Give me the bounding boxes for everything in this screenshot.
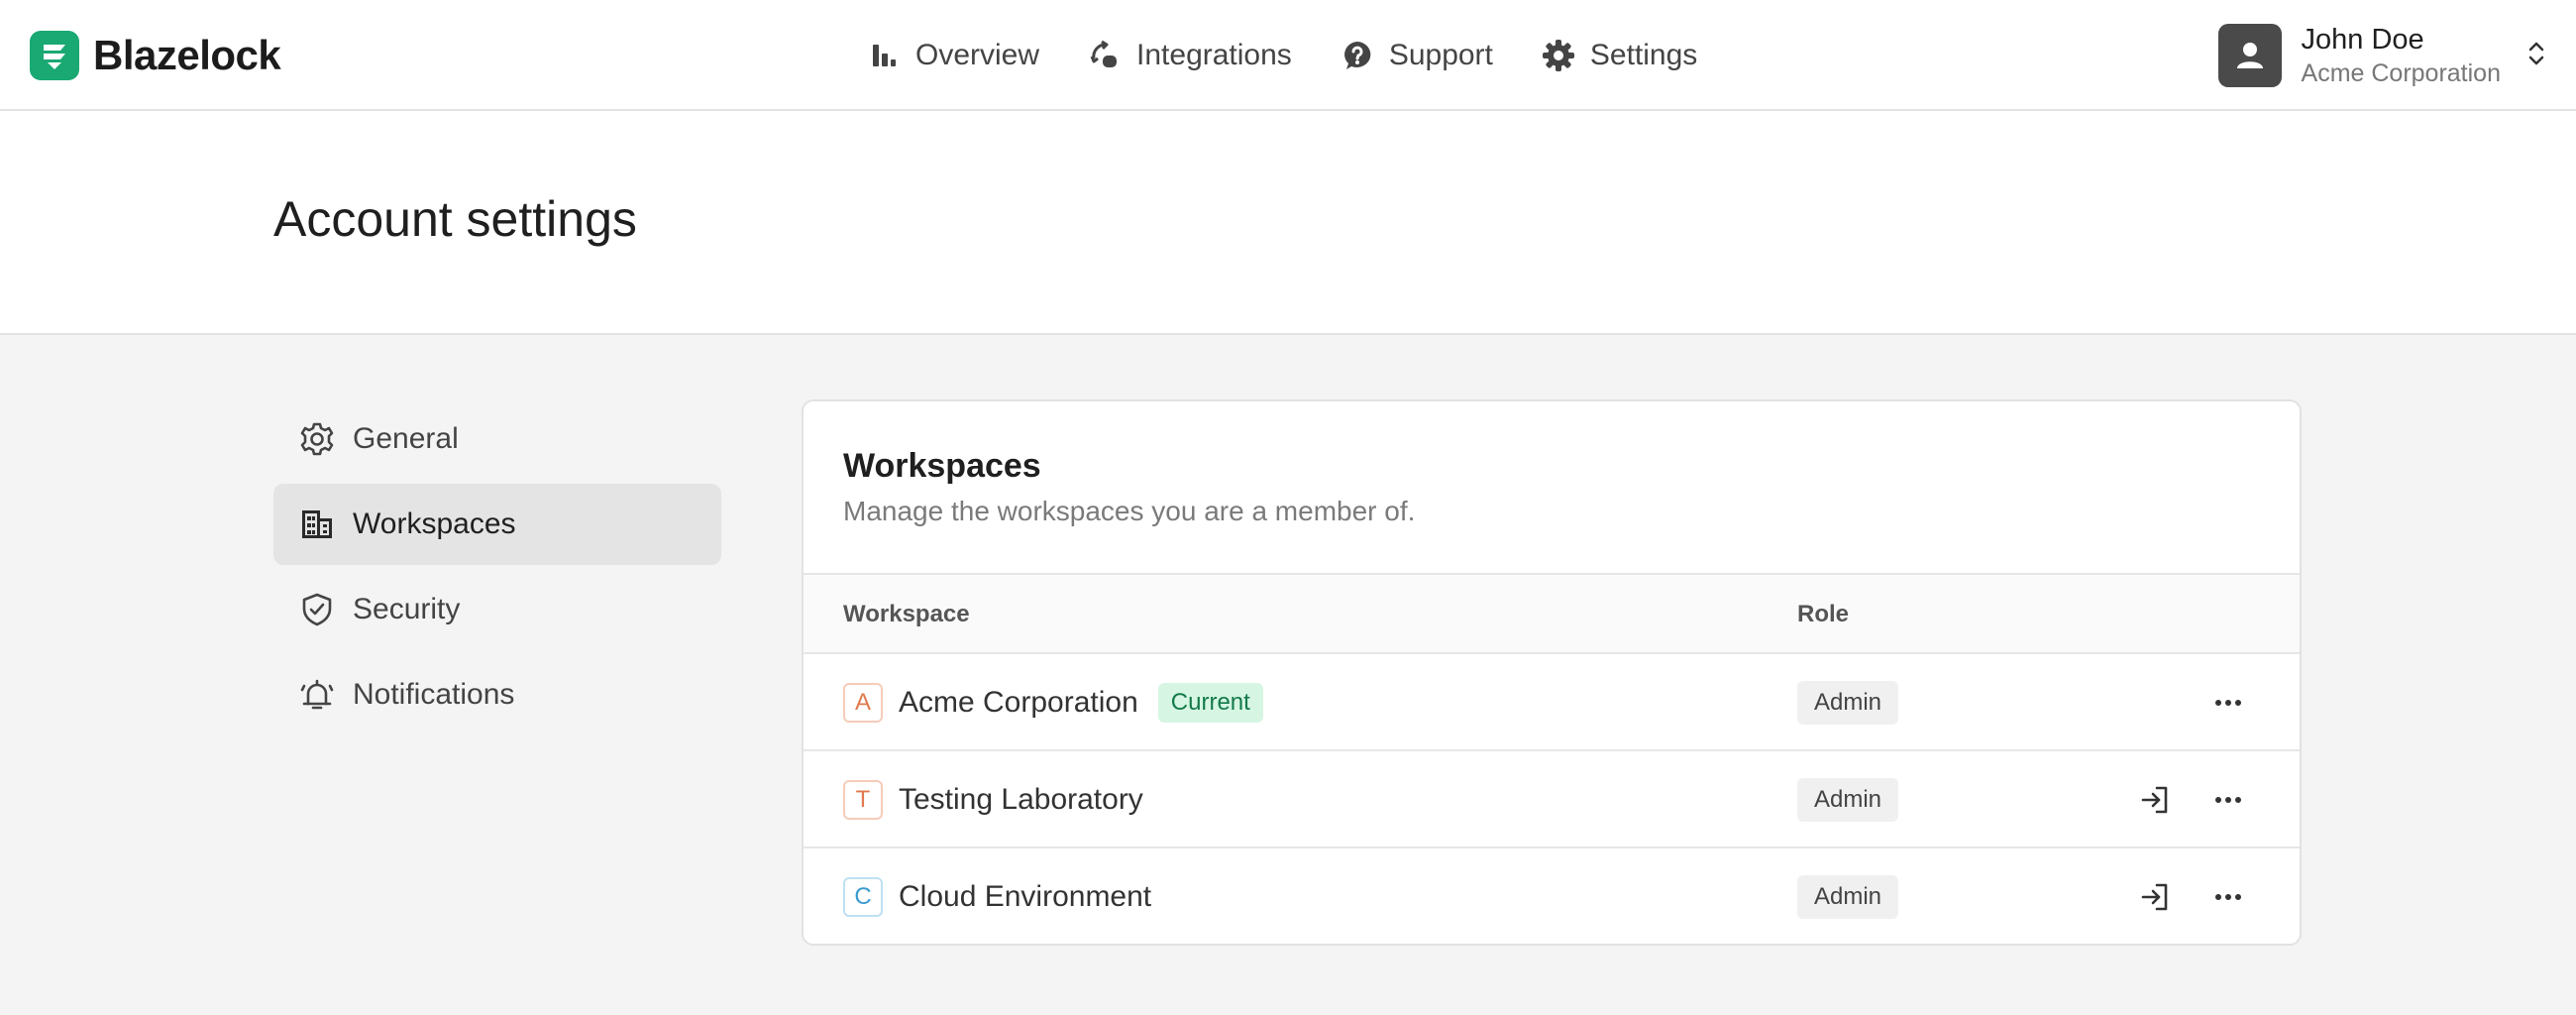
sidebar-item-label: General xyxy=(353,422,459,455)
card-title: Workspaces xyxy=(843,447,1041,485)
role-badge: Admin xyxy=(1797,778,1899,822)
nav-integrations[interactable]: Integrations xyxy=(1087,30,1292,81)
workspace-name: Testing Laboratory xyxy=(899,783,1143,816)
sidebar-item-notifications[interactable]: Notifications xyxy=(273,654,721,735)
workspaces-card: Workspaces Manage the workspaces you are… xyxy=(802,399,2302,946)
current-badge: Current xyxy=(1157,683,1263,723)
column-header-workspace: Workspace xyxy=(843,601,970,627)
blazelock-logo-icon xyxy=(30,31,79,80)
nav-label: Settings xyxy=(1589,39,1698,71)
page-title: Account settings xyxy=(273,191,637,247)
column-header-role: Role xyxy=(1797,601,1850,627)
nav-settings[interactable]: Settings xyxy=(1541,30,1697,81)
user-name: John Doe xyxy=(2301,24,2424,56)
nav-support[interactable]: Support xyxy=(1340,30,1493,81)
top-bar: Blazelock Overview Integrations Support … xyxy=(0,0,2576,111)
gear-outline-icon xyxy=(299,421,335,457)
brand[interactable]: Blazelock xyxy=(30,31,281,80)
sign-in-icon[interactable] xyxy=(2135,780,2175,820)
more-horizontal-icon[interactable] xyxy=(2208,780,2248,820)
workspace-name: Acme Corporation xyxy=(899,686,1138,719)
main-nav: Overview Integrations Support Settings xyxy=(866,30,1745,81)
shield-check-icon xyxy=(299,592,335,627)
workspace-cell: C Cloud Environment xyxy=(843,876,1151,918)
bar-chart-icon xyxy=(866,38,902,73)
card-subtitle: Manage the workspaces you are a member o… xyxy=(843,496,1416,526)
nav-label: Overview xyxy=(915,39,1040,71)
sidebar-item-label: Notifications xyxy=(353,678,515,711)
table-header: Workspace Role xyxy=(804,573,2300,654)
nav-label: Support xyxy=(1388,39,1493,71)
user-organization: Acme Corporation xyxy=(2301,59,2501,87)
settings-sidebar: General Workspaces Security Notification… xyxy=(273,398,721,739)
workspace-avatar: C xyxy=(843,877,883,917)
nav-label: Integrations xyxy=(1136,39,1292,71)
person-icon xyxy=(2217,24,2282,87)
page-header: Account settings xyxy=(0,111,2576,335)
table-row: A Acme Corporation Current Admin xyxy=(804,654,2300,751)
brand-name: Blazelock xyxy=(93,32,281,78)
more-horizontal-icon[interactable] xyxy=(2208,877,2248,917)
sidebar-item-general[interactable]: General xyxy=(273,398,721,480)
role-badge: Admin xyxy=(1797,681,1899,725)
sidebar-item-label: Workspaces xyxy=(353,508,516,540)
workspace-cell: T Testing Laboratory xyxy=(843,779,1143,821)
more-horizontal-icon[interactable] xyxy=(2208,683,2248,723)
bell-icon xyxy=(299,677,335,713)
gear-icon xyxy=(1541,38,1576,73)
help-circle-icon xyxy=(1340,38,1375,73)
workspace-avatar: A xyxy=(843,683,883,723)
nav-overview[interactable]: Overview xyxy=(866,30,1039,81)
workspace-cell: A Acme Corporation Current xyxy=(843,682,1263,724)
sign-in-icon[interactable] xyxy=(2135,877,2175,917)
chevron-up-down-icon[interactable] xyxy=(2526,39,2546,73)
sidebar-item-security[interactable]: Security xyxy=(273,569,721,650)
workspace-avatar: T xyxy=(843,780,883,820)
sidebar-item-workspaces[interactable]: Workspaces xyxy=(273,484,721,565)
table-row: T Testing Laboratory Admin xyxy=(804,751,2300,848)
building-icon xyxy=(299,507,335,542)
role-badge: Admin xyxy=(1797,875,1899,919)
sidebar-item-label: Security xyxy=(353,593,461,625)
workspace-name: Cloud Environment xyxy=(899,880,1152,913)
table-row: C Cloud Environment Admin xyxy=(804,848,2300,944)
integrations-icon xyxy=(1087,38,1123,73)
user-menu[interactable]: John Doe Acme Corporation xyxy=(2217,20,2546,91)
